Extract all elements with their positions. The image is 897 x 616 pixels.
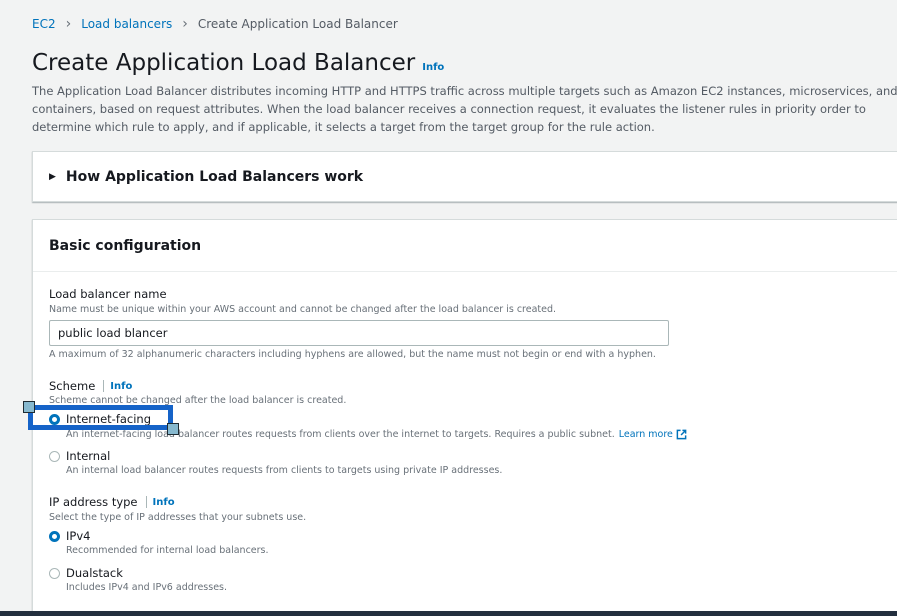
radio-unchecked-icon[interactable] <box>49 567 60 579</box>
load-balancer-name-label-text: Load balancer name <box>49 287 167 301</box>
breadcrumb-current: Create Application Load Balancer <box>197 17 398 31</box>
scheme-internet-facing-desc: An internet-facing load balancer routes … <box>66 429 687 440</box>
label-divider <box>103 380 105 392</box>
expander-label: How Application Load Balancers work <box>65 168 364 185</box>
load-balancer-name-constraint: A maximum of 32 alphanumeric characters … <box>49 349 656 360</box>
external-link-icon[interactable] <box>676 429 687 440</box>
scheme-info-link[interactable]: Info <box>110 381 132 392</box>
caret-right-icon: ▶ <box>49 171 56 182</box>
resize-handle-top-left[interactable] <box>23 401 35 413</box>
page-title-text: Create Application Load Balancer <box>32 50 416 76</box>
resize-handle-bottom-right[interactable] <box>167 423 179 435</box>
footer-bar <box>0 611 897 616</box>
chevron-right-icon: › <box>65 16 72 32</box>
ip-dualstack-label: Dualstack <box>66 566 123 580</box>
ip-ipv4-option[interactable]: IPv4 <box>49 529 90 543</box>
ip-address-type-info-link[interactable]: Info <box>153 497 175 508</box>
scheme-internet-facing-option[interactable]: Internet-facing <box>49 412 151 426</box>
scheme-internet-facing-desc-text: An internet-facing load balancer routes … <box>66 429 615 440</box>
ip-ipv4-label: IPv4 <box>66 529 91 543</box>
scheme-internet-facing-label: Internet-facing <box>66 412 152 426</box>
ip-ipv4-desc: Recommended for internal load balancers. <box>66 545 269 556</box>
scheme-internal-option[interactable]: Internal <box>49 449 110 463</box>
label-divider <box>145 496 147 508</box>
page-title: Create Application Load Balancer Info <box>32 50 444 76</box>
scheme-hint: Scheme cannot be changed after the load … <box>49 395 347 406</box>
learn-more-link[interactable]: Learn more <box>619 429 673 440</box>
basic-configuration-panel: Basic configuration Load balancer name N… <box>32 219 897 616</box>
expander-header[interactable]: ▶ How Application Load Balancers work <box>33 152 897 201</box>
scheme-label-text: Scheme <box>49 379 96 393</box>
radio-checked-icon[interactable] <box>49 530 60 542</box>
radio-unchecked-icon[interactable] <box>49 450 60 462</box>
ip-dualstack-desc: Includes IPv4 and IPv6 addresses. <box>66 582 228 593</box>
basic-configuration-title: Basic configuration <box>33 220 897 272</box>
ip-address-type-hint: Select the type of IP addresses that you… <box>49 512 307 523</box>
chevron-right-icon: › <box>182 16 188 32</box>
breadcrumb-ec2-link[interactable]: EC2 <box>32 17 56 31</box>
ip-dualstack-option[interactable]: Dualstack <box>49 566 123 580</box>
scheme-internal-label: Internal <box>66 449 111 463</box>
load-balancer-name-input[interactable] <box>49 320 669 346</box>
load-balancer-name-label: Load balancer name <box>49 287 167 301</box>
page-info-link[interactable]: Info <box>422 62 444 73</box>
radio-checked-icon[interactable] <box>49 413 60 425</box>
ip-address-type-label: IP address type Info <box>49 495 175 509</box>
breadcrumb-load-balancers-link[interactable]: Load balancers <box>81 17 172 31</box>
how-it-works-expander[interactable]: ▶ How Application Load Balancers work <box>32 151 897 202</box>
scheme-internal-desc: An internal load balancer routes request… <box>66 465 503 476</box>
page-description: The Application Load Balancer distribute… <box>32 84 897 134</box>
scheme-label: Scheme Info <box>49 379 132 393</box>
ip-address-type-label-text: IP address type <box>49 495 138 509</box>
load-balancer-name-hint: Name must be unique within your AWS acco… <box>49 304 557 315</box>
breadcrumb: EC2 › Load balancers › Create Applicatio… <box>32 16 398 32</box>
